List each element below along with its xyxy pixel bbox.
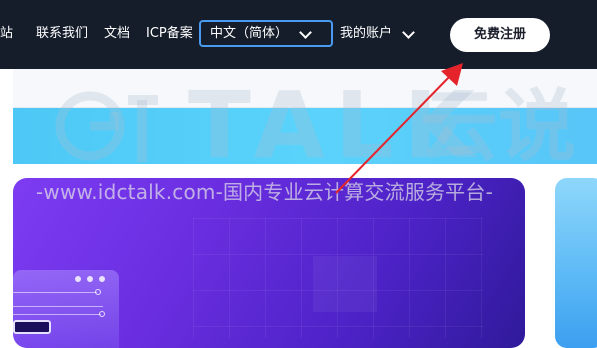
hero-banner-card[interactable]	[13, 178, 525, 348]
window-dot-icon	[99, 276, 105, 282]
nav-item-partial[interactable]: 站	[0, 25, 13, 43]
window-dot-icon	[75, 276, 81, 282]
top-navbar: 站 联系我们 文档 ICP备案 中文（简体） 我的账户 免费注册	[0, 0, 597, 69]
illustration-bar	[13, 320, 51, 334]
nav-item-docs[interactable]: 文档	[104, 25, 130, 43]
language-select-value: 中文（简体）	[210, 26, 289, 41]
subheader-strip	[13, 69, 597, 108]
nav-item-icp[interactable]: ICP备案	[146, 25, 193, 43]
hero-illustration-window	[13, 270, 119, 348]
circuit-line	[13, 314, 101, 315]
free-signup-button[interactable]: 免费注册	[450, 18, 550, 52]
chevron-down-icon[interactable]	[402, 26, 415, 39]
right-side-card[interactable]	[555, 178, 597, 348]
chevron-down-icon	[299, 26, 312, 39]
circuit-node-icon	[99, 311, 105, 317]
window-dot-icon	[87, 276, 93, 282]
circuit-line	[13, 306, 103, 307]
cyan-banner[interactable]	[13, 108, 597, 164]
language-select[interactable]: 中文（简体）	[199, 20, 333, 47]
circuit-line	[13, 292, 97, 293]
left-edge	[0, 69, 13, 336]
circuit-node-icon	[95, 289, 101, 295]
nav-item-contact[interactable]: 联系我们	[36, 25, 88, 43]
nav-item-account[interactable]: 我的账户	[340, 25, 392, 43]
hero-decorative-block	[313, 256, 377, 312]
